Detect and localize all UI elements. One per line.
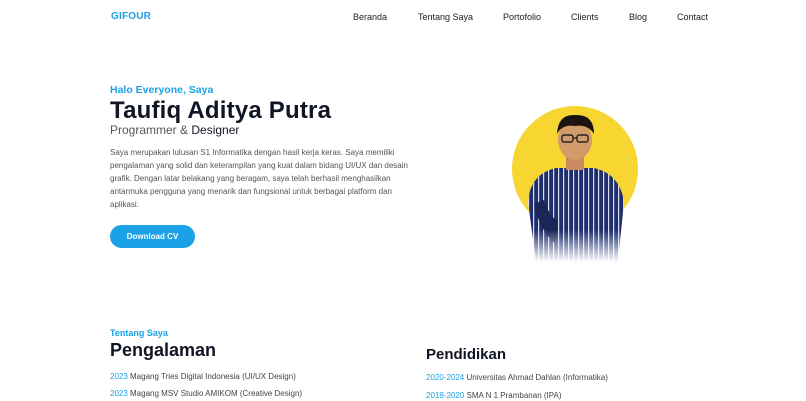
nav-item-contact[interactable]: Contact bbox=[677, 12, 708, 22]
hero-name: Taufiq Aditya Putra bbox=[110, 97, 332, 124]
education-text: Universitas Ahmad Dahlan (Informatika) bbox=[464, 373, 608, 382]
education-year: 2018-2020 bbox=[426, 391, 465, 400]
hero-role-part2: Designer bbox=[191, 123, 240, 137]
nav-item-portofolio[interactable]: Portofolio bbox=[503, 12, 541, 22]
education-title: Pendidikan bbox=[426, 346, 507, 363]
experience-item: 2023 Magang Tries Digital Indonesia (UI/… bbox=[110, 372, 296, 381]
education-text: SMA N 1 Prambanan (IPA) bbox=[464, 391, 562, 400]
nav-item-tentang-saya[interactable]: Tentang Saya bbox=[418, 12, 473, 22]
experience-year: 2023 bbox=[110, 389, 128, 398]
education-year: 2020-2024 bbox=[426, 373, 465, 382]
experience-text: Magang Tries Digital Indonesia (UI/UX De… bbox=[127, 372, 296, 381]
hero-description: Saya merupakan lulusan S1 Informatika de… bbox=[110, 148, 408, 209]
site-logo[interactable]: GIFOUR bbox=[111, 11, 151, 22]
section-label-tentang-saya: Tentang Saya bbox=[110, 328, 168, 338]
experience-text: Magang MSV Studio AMIKOM (Creative Desig… bbox=[127, 389, 303, 398]
education-item: 2018-2020 SMA N 1 Prambanan (IPA) bbox=[426, 391, 562, 400]
nav-item-blog[interactable]: Blog bbox=[629, 12, 647, 22]
top-navbar: GIFOUR Beranda Tentang Saya Portofolio C… bbox=[0, 0, 806, 36]
hero-greeting: Halo Everyone, Saya bbox=[110, 84, 214, 96]
nav-item-clients[interactable]: Clients bbox=[571, 12, 599, 22]
nav-item-beranda[interactable]: Beranda bbox=[353, 12, 387, 22]
education-item: 2020-2024 Universitas Ahmad Dahlan (Info… bbox=[426, 373, 608, 382]
hero-role-part1: Programmer & bbox=[110, 123, 192, 137]
experience-title: Pengalaman bbox=[110, 340, 217, 360]
experience-year: 2023 bbox=[110, 372, 128, 381]
experience-item: 2023 Magang MSV Studio AMIKOM (Creative … bbox=[110, 389, 302, 398]
profile-photo bbox=[508, 102, 642, 262]
download-cv-button[interactable]: Download CV bbox=[110, 225, 195, 248]
hero-role: Programmer & Designer bbox=[110, 123, 239, 137]
